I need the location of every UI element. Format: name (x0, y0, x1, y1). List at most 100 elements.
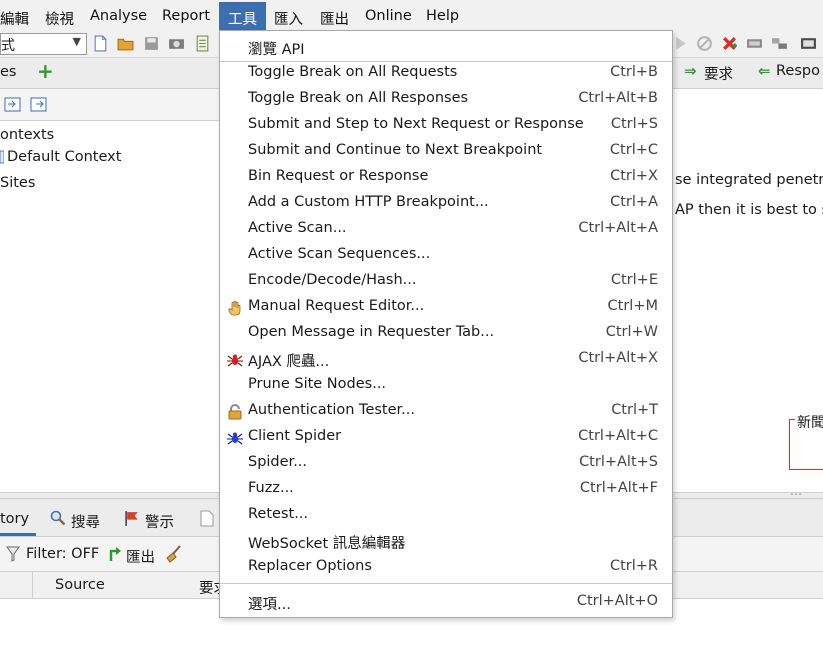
search-icon (50, 510, 66, 526)
menu-item-manual-request-editor[interactable]: Manual Request Editor... Ctrl+M (220, 294, 672, 320)
menu-item-browse-api[interactable]: 瀏覽 API (220, 34, 672, 60)
context-include-icon[interactable] (4, 97, 21, 112)
menu-item-submit-continue[interactable]: Submit and Continue to Next Breakpoint Ct… (220, 138, 672, 164)
menu-item-label: Replacer Options (248, 558, 372, 574)
menu-import[interactable]: 匯入 (274, 8, 303, 29)
menu-item-label: 選項... (248, 597, 291, 613)
tab-response[interactable]: Respo (776, 63, 820, 79)
active-tab-indicator (0, 533, 36, 536)
menu-export[interactable]: 匯出 (320, 8, 349, 29)
tab-history[interactable]: tory (0, 511, 29, 527)
menu-item-authentication-tester[interactable]: Authentication Tester... Ctrl+T (220, 398, 672, 424)
menu-item-label: Manual Request Editor... (248, 298, 425, 314)
menu-item-shortcut: Ctrl+R (609, 558, 658, 574)
red-spider-icon (227, 354, 243, 367)
menu-item-toggle-break-requests[interactable]: Toggle Break on All Requests Ctrl+B (220, 60, 672, 86)
menu-item-bin-request[interactable]: Bin Request or Response Ctrl+X (220, 164, 672, 190)
menu-item-label: AJAX 爬蟲... (248, 354, 330, 370)
stop-icon[interactable] (696, 35, 713, 52)
menu-item-label: Toggle Break on All Responses (248, 90, 469, 106)
context-node-icon (0, 150, 4, 164)
save-session-icon[interactable] (143, 35, 160, 52)
mode-select[interactable]: 式 ▼ (0, 33, 87, 55)
padlock-icon (228, 404, 242, 420)
menu-item-label: Authentication Tester... (248, 402, 415, 418)
hand-icon (228, 300, 241, 316)
menu-online[interactable]: Online (365, 8, 412, 24)
menu-item-options[interactable]: 選項... Ctrl+Alt+O (220, 589, 672, 615)
menu-item-websocket-editor[interactable]: WebSocket 訊息編輯器 (220, 528, 672, 554)
export-button[interactable]: 匯出 (126, 546, 155, 567)
menu-item-fuzz[interactable]: Fuzz... Ctrl+Alt+F (220, 476, 672, 502)
menu-item-active-scan-sequences[interactable]: Active Scan Sequences... (220, 242, 672, 268)
menu-item-submit-step[interactable]: Submit and Step to Next Request or Respo… (220, 112, 672, 138)
menu-item-ajax-spider[interactable]: AJAX 爬蟲... Ctrl+Alt+X (220, 346, 672, 372)
broom-icon[interactable] (165, 545, 183, 563)
menu-item-label: Prune Site Nodes... (248, 376, 387, 392)
tab-sites[interactable]: es (0, 64, 16, 80)
menu-tools[interactable]: 工具 (219, 2, 266, 31)
tab-request[interactable]: 要求 (704, 63, 733, 84)
mode-select-value: 式 (1, 38, 15, 54)
menu-report[interactable]: Report (162, 8, 210, 24)
menu-item-replacer-options[interactable]: Replacer Options Ctrl+R (220, 554, 672, 580)
session-properties-icon[interactable] (194, 35, 211, 52)
menu-item-label: Active Scan Sequences... (248, 246, 431, 262)
tree-node-default-context[interactable]: Default Context (7, 149, 121, 165)
play-icon[interactable] (672, 35, 689, 52)
menu-item-custom-breakpoint[interactable]: Add a Custom HTTP Breakpoint... Ctrl+A (220, 190, 672, 216)
sites-icon[interactable] (771, 35, 788, 52)
tab-alerts[interactable]: 警示 (145, 511, 174, 532)
menu-item-shortcut: Ctrl+T (611, 402, 658, 418)
menu-item-label: Spider... (248, 454, 308, 470)
menu-item-prune-site-nodes[interactable]: Prune Site Nodes... (220, 372, 672, 398)
scan-icon[interactable] (746, 35, 763, 52)
menu-item-spider[interactable]: Spider... Ctrl+Alt+S (220, 450, 672, 476)
welcome-text-line2: AP then it is best to st (675, 202, 823, 218)
menu-item-toggle-break-responses[interactable]: Toggle Break on All Responses Ctrl+Alt+B (220, 86, 672, 112)
menu-item-label: Active Scan... (248, 220, 347, 236)
export-arrow-icon (109, 547, 121, 561)
column-source[interactable]: Source (55, 577, 105, 593)
filter-status[interactable]: Filter: OFF (26, 546, 99, 562)
tree-node-contexts[interactable]: ontexts (0, 127, 54, 143)
add-tab-icon[interactable]: + (37, 59, 54, 83)
menu-bar: 編輯 檢視 Analyse Report 工具 匯入 匯出 Online Hel… (0, 0, 823, 31)
menu-item-client-spider[interactable]: Client Spider Ctrl+Alt+C (220, 424, 672, 450)
open-session-icon[interactable] (117, 35, 134, 52)
menu-item-label: Submit and Continue to Next Breakpoint (248, 142, 543, 158)
tree-node-sites[interactable]: Sites (0, 175, 35, 191)
new-session-icon[interactable] (92, 35, 109, 52)
menu-item-open-requester-tab[interactable]: Open Message in Requester Tab... Ctrl+W (220, 320, 672, 346)
menu-item-label: Toggle Break on All Requests (248, 64, 458, 80)
menu-item-shortcut: Ctrl+Alt+S (579, 454, 658, 470)
menu-item-label: Open Message in Requester Tab... (248, 324, 495, 340)
menu-help[interactable]: Help (426, 8, 459, 24)
tab-search[interactable]: 搜尋 (71, 511, 100, 532)
menu-item-retest[interactable]: Retest... (220, 502, 672, 528)
context-export-icon[interactable] (30, 97, 47, 112)
welcome-text-line1: se integrated penetra (675, 172, 823, 188)
menu-analyse[interactable]: Analyse (90, 8, 147, 24)
menu-item-label: Fuzz... (248, 480, 294, 496)
menu-view[interactable]: 檢視 (45, 8, 74, 29)
menu-item-label: Submit and Step to Next Request or Respo… (248, 116, 584, 132)
arrow-left-icon: ⇐ (758, 62, 771, 80)
drop-icon[interactable] (721, 35, 738, 52)
menu-item-shortcut: Ctrl+Alt+A (578, 220, 658, 236)
filter-icon[interactable] (6, 546, 20, 562)
menu-item-active-scan[interactable]: Active Scan... Ctrl+Alt+A (220, 216, 672, 242)
menu-item-shortcut: Ctrl+Alt+X (578, 350, 658, 366)
menu-item-shortcut: Ctrl+A (610, 194, 658, 210)
snapshot-icon[interactable] (168, 35, 185, 52)
menu-item-label: Client Spider (248, 428, 342, 444)
menu-item-label: 瀏覽 API (248, 42, 305, 58)
menu-item-encode-decode[interactable]: Encode/Decode/Hash... Ctrl+E (220, 268, 672, 294)
menu-edit[interactable]: 編輯 (0, 8, 29, 29)
console-icon[interactable] (800, 35, 817, 52)
menu-item-shortcut: Ctrl+B (610, 64, 658, 80)
column-divider (32, 572, 33, 599)
menu-separator (220, 583, 672, 584)
output-tab-icon[interactable] (200, 510, 214, 527)
menu-item-shortcut: Ctrl+Alt+F (579, 480, 658, 496)
